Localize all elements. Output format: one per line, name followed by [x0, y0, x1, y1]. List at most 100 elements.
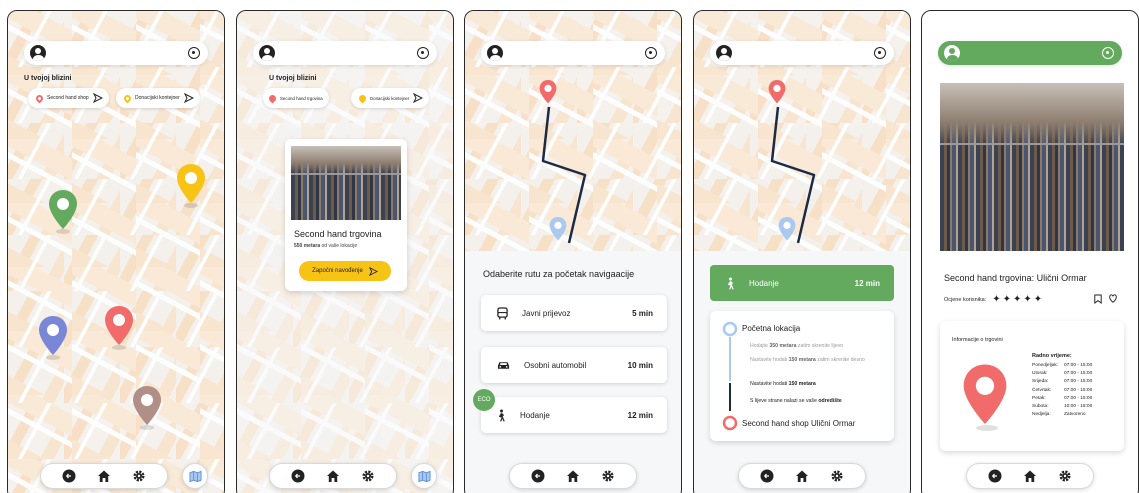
route-label: Javni prijevoz: [522, 308, 571, 318]
step-text: zatim skrenite desno: [817, 357, 865, 363]
route-label: Hodanje: [520, 410, 550, 420]
route-option-walking[interactable]: Hodanje 12 min: [481, 397, 667, 433]
chip-label: Donacijski kontejner: [370, 95, 410, 101]
start-navigation-label: Započni navođenje: [312, 268, 363, 274]
map-icon: [418, 470, 431, 483]
step-text: zatim skrenite lijevo: [797, 343, 844, 349]
send-icon: [92, 93, 103, 103]
destination-pin[interactable]: [539, 79, 557, 105]
opening-hours: Radno vrijeme: Ponedjeljak: 07:00 - 15:00…: [1032, 353, 1092, 419]
hours-day: Ponedjeljak:: [1032, 363, 1059, 368]
bottom-nav: [738, 463, 866, 489]
destination-label: Second hand shop Ulični Ormar: [742, 419, 856, 428]
gear-icon[interactable]: [1058, 469, 1072, 483]
distance-value: 550 metara: [294, 243, 321, 249]
pin-icon: [267, 93, 278, 103]
hours-row: Ponedjeljak: 07:00 - 15:00: [1032, 362, 1092, 370]
store-photo: [940, 83, 1124, 251]
chip-donation[interactable]: Donacijski kontejner: [351, 88, 430, 108]
nearby-title: U tvojoj blizini: [269, 75, 317, 82]
gear-icon[interactable]: [361, 469, 375, 483]
gear-icon[interactable]: [830, 469, 844, 483]
destination-pin[interactable]: [768, 79, 786, 105]
screen-map: U tvojoj blizini Second hand shop Donaci…: [7, 10, 225, 493]
back-icon[interactable]: [760, 469, 774, 483]
avatar-icon[interactable]: [259, 45, 275, 61]
avatar-icon[interactable]: [944, 45, 960, 61]
map-icon: [189, 470, 202, 483]
pin-icon: [122, 93, 133, 103]
route-option-car[interactable]: Osobni automobil 10 min: [481, 347, 667, 383]
hours-day: Četvrtak:: [1032, 387, 1052, 393]
info-title: Informacije o trgovini: [952, 337, 1003, 343]
map-toggle-button[interactable]: [411, 463, 437, 489]
store-photo: [291, 146, 401, 220]
map-pin-yellow[interactable]: [176, 163, 206, 205]
send-icon: [413, 93, 424, 103]
store-popup-card[interactable]: Second hand trgovina 550 metara od vaše …: [285, 139, 407, 291]
mode-label: Hodanje: [749, 278, 779, 288]
chip-secondhand[interactable]: Second hand shop: [28, 88, 109, 108]
star-rating[interactable]: ✦✦✦✦✦: [992, 294, 1044, 305]
route-selection-title: Odaberite rutu za početak navigaacije: [483, 269, 635, 279]
chip-secondhand[interactable]: Second hand trgovina: [263, 88, 329, 108]
route-time: 10 min: [627, 360, 653, 370]
start-pin[interactable]: [549, 216, 567, 242]
search-bar[interactable]: [938, 41, 1122, 65]
rating-label: Ocjene korisnika:: [944, 296, 987, 303]
home-icon[interactable]: [326, 469, 340, 483]
home-icon[interactable]: [795, 469, 809, 483]
back-icon[interactable]: [988, 469, 1002, 483]
home-icon[interactable]: [566, 469, 580, 483]
hours-day: Petak:: [1032, 395, 1046, 401]
store-detail-title: Second hand trgovina: Ulični Ormar: [944, 273, 1087, 283]
home-icon[interactable]: [97, 469, 111, 483]
chip-label: Second hand trgovina: [280, 95, 323, 101]
map-background[interactable]: [8, 11, 224, 493]
hours-row: Petak: 07:00 - 15:00: [1032, 395, 1092, 403]
map-pin-red[interactable]: [104, 305, 134, 347]
bottom-nav: [269, 463, 397, 489]
back-icon[interactable]: [291, 469, 305, 483]
screen-store-detail: Second hand trgovina: Ulični Ormar Ocjen…: [921, 10, 1139, 493]
step-text: S lijeve strane nalazi se vaše: [750, 398, 817, 404]
search-icon[interactable]: [417, 47, 429, 59]
search-icon[interactable]: [1102, 47, 1114, 59]
hours-time: 10:00 - 18:00: [1064, 404, 1093, 410]
heart-icon[interactable]: [1108, 294, 1118, 303]
route-option-public-transport[interactable]: Javni prijevoz 5 min: [481, 295, 667, 331]
back-icon[interactable]: [62, 469, 76, 483]
chip-label: Donacijski kontejner: [135, 95, 180, 101]
hours-row: Subota: 10:00 - 18:00: [1032, 403, 1092, 411]
map-toggle-button[interactable]: [182, 463, 208, 489]
hours-time: 07:00 - 15:00: [1064, 387, 1093, 393]
bookmark-icon[interactable]: [1094, 294, 1102, 304]
step-distance: 350 metara: [769, 343, 797, 349]
step-distance: 150 metara: [788, 357, 816, 363]
avatar-icon[interactable]: [30, 45, 46, 61]
walking-mode-banner[interactable]: Hodanje 12 min: [710, 265, 894, 301]
directions-card: Početna lokacija Hodajte 350 metara zati…: [710, 311, 894, 441]
start-navigation-button[interactable]: Započni navođenje: [299, 261, 391, 281]
gear-icon[interactable]: [132, 469, 146, 483]
direction-step-3: Nastavite hodati 150 metara: [750, 381, 880, 388]
back-icon[interactable]: [531, 469, 545, 483]
map-pin-brown[interactable]: [132, 385, 162, 427]
search-bar[interactable]: [24, 41, 208, 65]
map-pin-blue[interactable]: [38, 315, 68, 357]
map-pin-green[interactable]: [48, 189, 78, 231]
screen-route-selection: Odaberite rutu za početak navigaacije Ja…: [464, 10, 682, 493]
send-icon: [183, 93, 194, 103]
hours-row: Četvrtak: 07:00 - 15:00: [1032, 387, 1092, 395]
start-pin[interactable]: [778, 216, 796, 242]
car-icon: [497, 362, 510, 369]
gear-icon[interactable]: [601, 469, 615, 483]
hours-day: Utorak:: [1032, 371, 1048, 377]
bus-icon: [497, 306, 508, 319]
search-bar[interactable]: [253, 41, 437, 65]
home-icon[interactable]: [1023, 469, 1037, 483]
mode-time: 12 min: [854, 278, 880, 288]
search-icon[interactable]: [188, 47, 200, 59]
chip-donation[interactable]: Donacijski kontejner: [116, 88, 200, 108]
direction-step-1: Hodajte 350 metara zatim skrenite lijevo: [750, 343, 880, 350]
